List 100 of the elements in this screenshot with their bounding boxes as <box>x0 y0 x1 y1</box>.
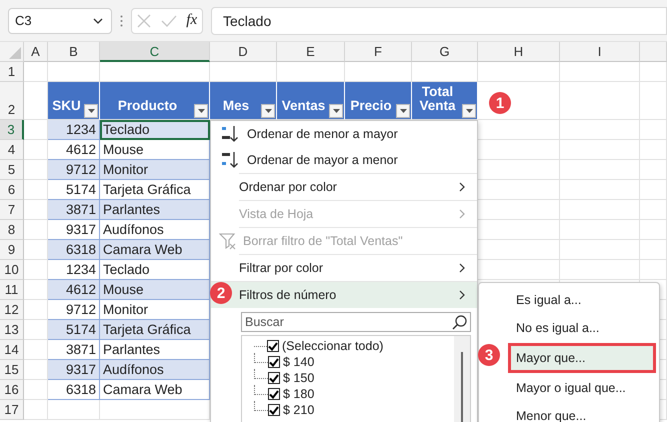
menu-item[interactable]: Mayor o igual que... <box>479 375 656 401</box>
empty-cell[interactable] <box>640 62 667 82</box>
column-header[interactable]: B <box>48 42 100 62</box>
column-header[interactable]: D <box>210 42 277 62</box>
empty-cell[interactable] <box>640 260 667 280</box>
header-cell: SKU <box>48 82 100 120</box>
empty-cell[interactable] <box>640 240 667 260</box>
check-icon[interactable] <box>160 14 177 26</box>
menu-item[interactable]: Mayor que... <box>508 343 656 373</box>
header-cell: Precio <box>345 82 412 120</box>
row-header[interactable]: 1 <box>0 62 24 82</box>
empty-cell[interactable] <box>640 220 667 240</box>
empty-cell[interactable] <box>640 200 667 220</box>
empty-cell[interactable] <box>560 120 640 140</box>
empty-cell[interactable] <box>560 180 640 200</box>
checkbox[interactable] <box>268 372 280 384</box>
table-cell: 3871 <box>48 200 100 220</box>
value-label: $ 210 <box>283 403 314 417</box>
filter-dropdown-button[interactable] <box>462 104 476 118</box>
formula-field[interactable]: Teclado <box>211 6 667 34</box>
filter-dropdown-button[interactable] <box>84 104 98 118</box>
filter-dropdown-button[interactable] <box>261 104 275 118</box>
table-cell: 1234 <box>48 120 100 140</box>
insert-function-button[interactable]: fx <box>186 12 198 29</box>
name-box[interactable]: C3 <box>8 8 112 34</box>
empty-cell[interactable] <box>560 140 640 160</box>
select-all-icon[interactable] <box>9 47 21 59</box>
row-header[interactable]: 6 <box>0 180 24 200</box>
empty-cell[interactable] <box>640 82 667 120</box>
header-cell: Mes <box>210 82 277 120</box>
row-header[interactable]: 13 <box>0 320 24 340</box>
row-header[interactable]: 14 <box>0 340 24 360</box>
menu-item[interactable]: Ordenar por color <box>239 173 477 200</box>
row-header[interactable]: 12 <box>0 300 24 320</box>
empty-cell[interactable] <box>640 120 667 140</box>
value-label: (Seleccionar todo) <box>282 339 384 353</box>
chevron-right-icon <box>459 263 465 273</box>
search-field[interactable]: Buscar <box>241 312 471 332</box>
filter-dropdown-button[interactable] <box>396 104 410 118</box>
caret-down-icon <box>466 109 472 113</box>
table-cell: Mouse <box>100 280 210 300</box>
chevron-down-icon <box>93 18 103 24</box>
empty-cell[interactable] <box>560 82 640 120</box>
row-header[interactable]: 10 <box>0 260 24 280</box>
empty-cell[interactable] <box>640 180 667 200</box>
empty-cell[interactable] <box>640 140 667 160</box>
table-cell: Parlantes <box>100 200 210 220</box>
filter-dropdown-button[interactable] <box>194 104 208 118</box>
value-label: $ 140 <box>283 355 314 369</box>
table-cell: Audífonos <box>100 360 210 380</box>
row-header[interactable]: 17 <box>0 400 24 420</box>
menu-item[interactable]: Ordenar de mayor a menor <box>211 147 477 173</box>
empty-cell[interactable] <box>640 160 667 180</box>
row-header[interactable]: 7 <box>0 200 24 220</box>
search-icon <box>452 314 467 330</box>
column-header[interactable]: C <box>100 42 210 62</box>
row-header[interactable]: 8 <box>0 220 24 240</box>
column-header[interactable]: G <box>412 42 478 62</box>
value-label: $ 180 <box>283 387 314 401</box>
chevron-right-icon <box>459 290 465 300</box>
row-header[interactable]: 3 <box>0 120 24 140</box>
row-header[interactable]: 4 <box>0 140 24 160</box>
empty-cell[interactable] <box>560 240 640 260</box>
value-label: $ 150 <box>283 371 314 385</box>
empty-cell[interactable] <box>560 160 640 180</box>
empty-cell[interactable] <box>560 260 640 280</box>
caret-down-icon <box>88 109 94 113</box>
caret-down-icon <box>332 109 340 113</box>
row-header[interactable]: 11 <box>0 280 24 300</box>
header-cell: Total Venta <box>412 82 478 120</box>
menu-item[interactable]: Es igual a... <box>479 287 656 313</box>
more-icon[interactable] <box>120 14 123 26</box>
column-header[interactable] <box>640 42 667 62</box>
menu-item[interactable]: No es igual a... <box>479 315 656 341</box>
column-header[interactable]: H <box>478 42 560 62</box>
row-header[interactable]: 5 <box>0 160 24 180</box>
cancel-icon[interactable] <box>136 14 151 28</box>
chevron-right-icon <box>459 182 465 192</box>
empty-cell[interactable] <box>560 200 640 220</box>
checkbox[interactable] <box>267 340 279 352</box>
empty-cell[interactable] <box>560 220 640 240</box>
filter-dropdown-button[interactable] <box>329 104 343 118</box>
column-header[interactable]: I <box>560 42 640 62</box>
empty-cell[interactable] <box>560 62 640 82</box>
checkbox[interactable] <box>268 388 280 400</box>
row-header[interactable]: 9 <box>0 240 24 260</box>
sort-icon <box>221 151 239 169</box>
empty-cell[interactable] <box>478 62 560 82</box>
menu-item[interactable]: Ordenar de menor a mayor <box>211 121 477 147</box>
row-header[interactable]: 15 <box>0 360 24 380</box>
empty-cell[interactable] <box>48 400 100 420</box>
column-header[interactable]: A <box>24 42 48 62</box>
table-cell: Camara Web <box>100 240 210 260</box>
row-header[interactable]: 2 <box>0 82 24 120</box>
column-header[interactable]: E <box>277 42 345 62</box>
checkbox[interactable] <box>268 404 280 416</box>
column-header[interactable]: F <box>345 42 412 62</box>
caret-down-icon <box>198 109 204 113</box>
row-header[interactable]: 16 <box>0 380 24 400</box>
checkbox[interactable] <box>268 356 280 368</box>
